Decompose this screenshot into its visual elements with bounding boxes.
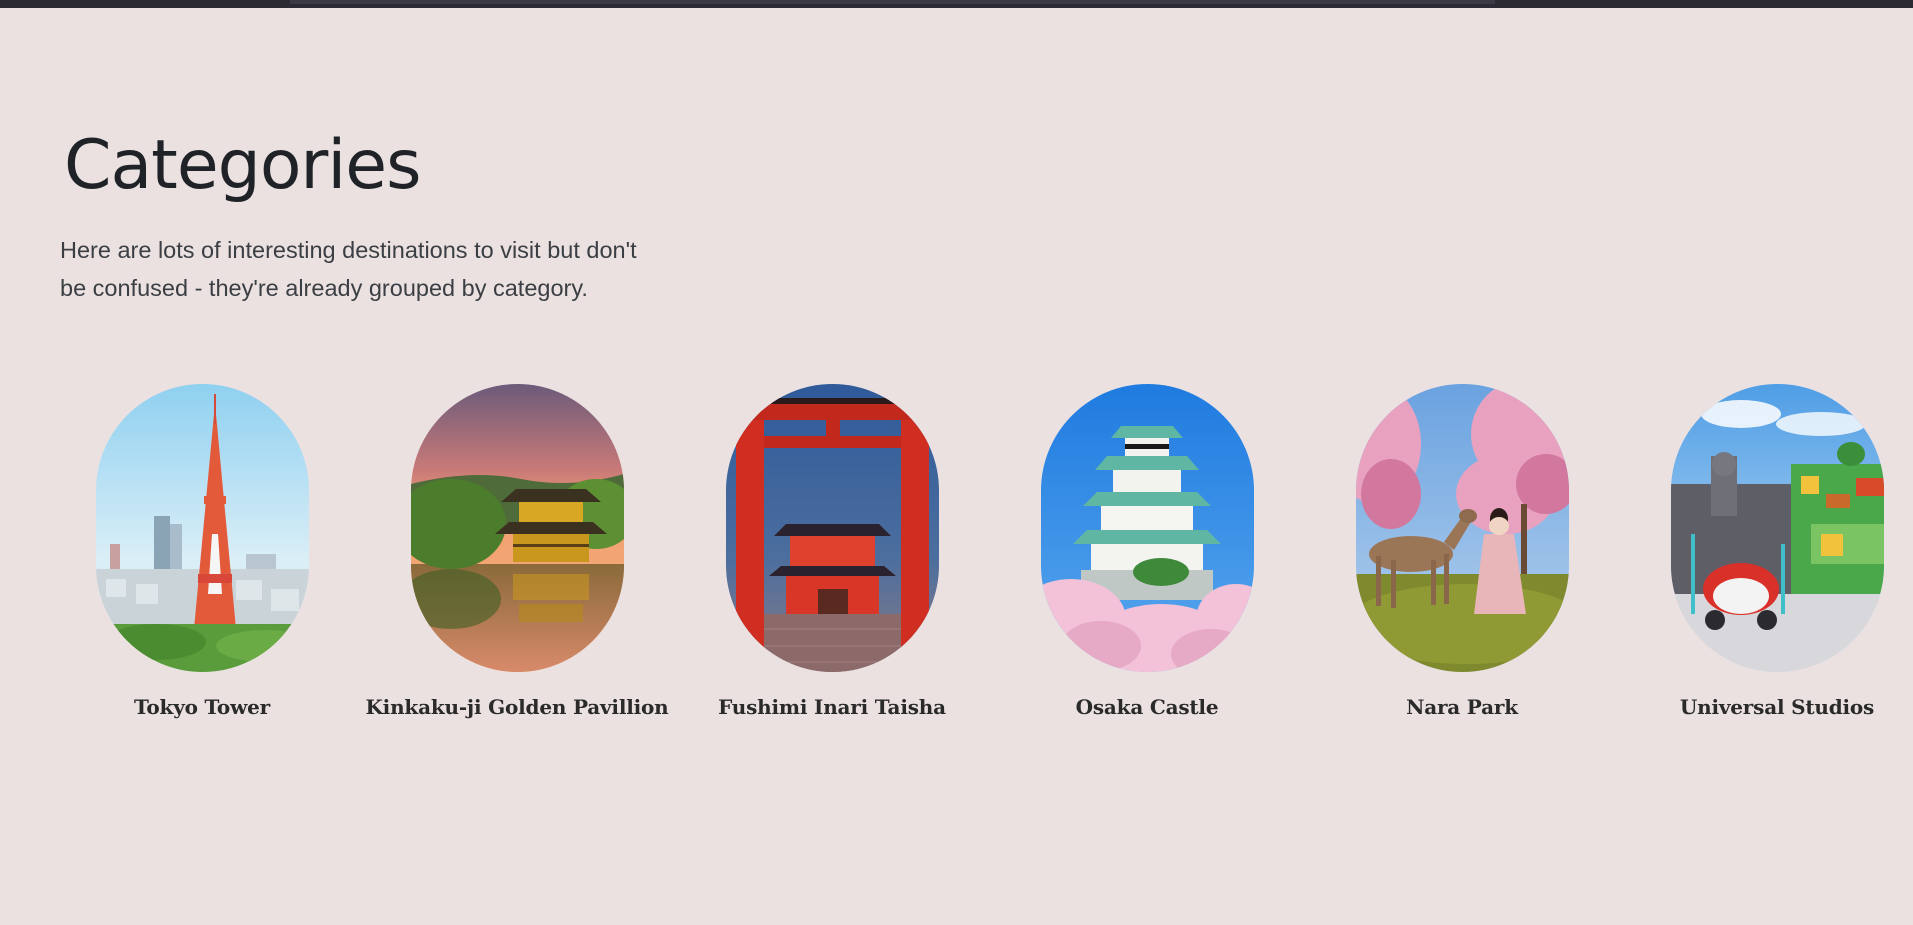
- golden-pavilion-photo[interactable]: [410, 384, 624, 672]
- category-card-osaka-castle[interactable]: Osaka Castle: [997, 384, 1297, 720]
- category-label[interactable]: Kinkaku-ji Golden Pavillion: [365, 694, 668, 720]
- category-list: Tokyo Tower Kinkaku-ji Golden Pavillion …: [0, 384, 1913, 734]
- category-label[interactable]: Osaka Castle: [1076, 694, 1219, 720]
- page-title: Categories: [64, 126, 422, 205]
- category-card-kinkaku-ji[interactable]: Kinkaku-ji Golden Pavillion: [365, 384, 669, 720]
- castle-photo[interactable]: [1040, 384, 1254, 672]
- category-label[interactable]: Fushimi Inari Taisha: [718, 694, 946, 720]
- category-card-fushimi-inari[interactable]: Fushimi Inari Taisha: [682, 384, 982, 720]
- browser-top-bar: [0, 0, 1913, 8]
- category-label[interactable]: Nara Park: [1406, 694, 1518, 720]
- category-card-universal-studios[interactable]: Universal Studios: [1627, 384, 1913, 720]
- tokyo-tower-photo[interactable]: [95, 384, 309, 672]
- theme-park-photo[interactable]: [1670, 384, 1884, 672]
- intro-text: Here are lots of interesting destination…: [60, 231, 660, 307]
- deer-park-photo[interactable]: [1355, 384, 1569, 672]
- torii-gate-photo[interactable]: [725, 384, 939, 672]
- category-card-nara-park[interactable]: Nara Park: [1312, 384, 1612, 720]
- category-card-tokyo-tower[interactable]: Tokyo Tower: [52, 384, 352, 720]
- category-label[interactable]: Tokyo Tower: [134, 694, 270, 720]
- intro-line-2: be confused - they're already grouped by…: [60, 275, 588, 301]
- category-label[interactable]: Universal Studios: [1680, 694, 1874, 720]
- intro-line-1: Here are lots of interesting destination…: [60, 237, 637, 263]
- scroll-track: [290, 0, 1495, 4]
